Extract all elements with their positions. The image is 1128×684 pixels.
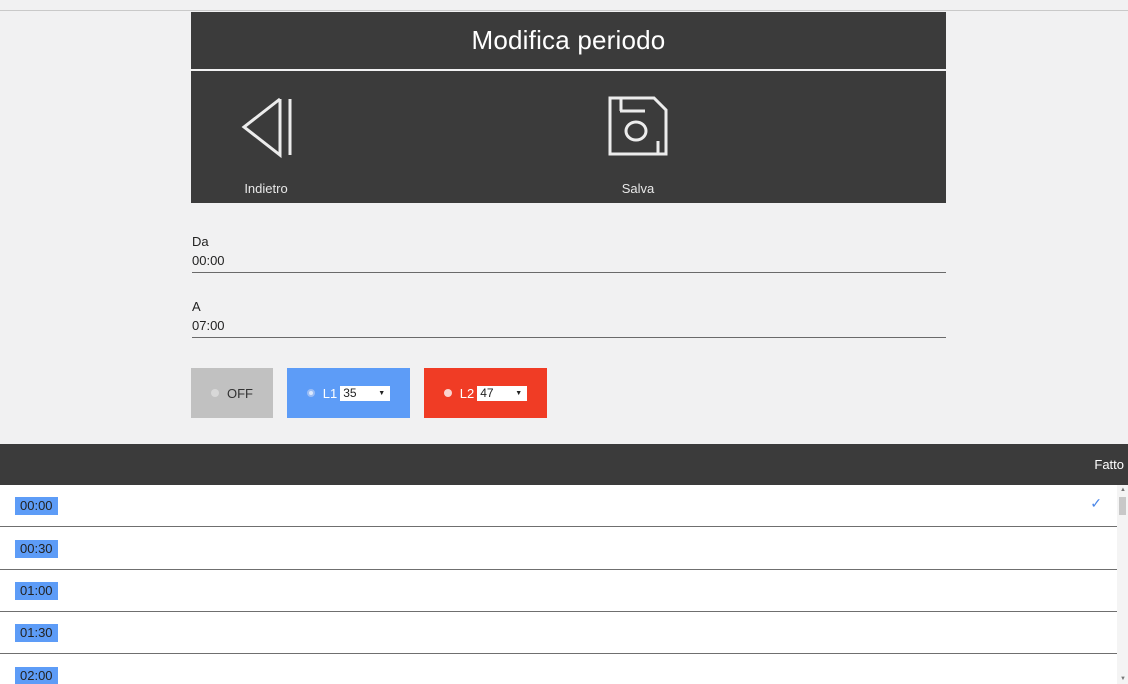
level-off-label: OFF — [227, 385, 253, 401]
from-value[interactable]: 00:00 — [192, 253, 946, 272]
level-l1-value: 35 — [343, 385, 357, 400]
time-option-row[interactable]: 00:30 — [0, 528, 1117, 570]
time-option-row[interactable]: 02:00 — [0, 655, 1117, 684]
radio-l2-icon[interactable] — [443, 389, 452, 397]
level-l2-value: 47 — [480, 385, 494, 400]
scrollbar-thumb[interactable] — [1119, 497, 1126, 515]
time-option-row[interactable]: 01:00 — [0, 570, 1117, 612]
scroll-down-icon[interactable]: ▼ — [1120, 676, 1126, 682]
to-time-field[interactable]: A 07:00 — [192, 299, 946, 338]
save-label: Salva — [621, 181, 655, 196]
back-arrow-icon — [241, 97, 292, 159]
level-l2-label: L2 — [459, 385, 475, 401]
dropdown-arrow-icon: ▼ — [378, 389, 386, 397]
page-title: Modifica periodo — [471, 25, 666, 55]
action-bar: Indietro Salva — [191, 71, 946, 203]
time-picker-list[interactable]: 00:00 ✓ 00:30 01:00 01:30 02:00 — [0, 485, 1128, 684]
level-l2-select[interactable]: 47 ▼ — [477, 385, 528, 401]
to-label: A — [192, 299, 201, 314]
time-option-label: 00:00 — [15, 497, 58, 515]
time-option-label: 02:00 — [15, 667, 58, 684]
back-button[interactable]: Indietro — [191, 71, 341, 203]
back-label: Indietro — [244, 181, 288, 196]
level-l1-option[interactable]: L1 35 ▼ — [287, 368, 410, 418]
picker-scrollbar[interactable]: ▲ ▼ — [1117, 485, 1128, 684]
from-label: Da — [192, 234, 209, 249]
dropdown-arrow-icon: ▼ — [515, 389, 523, 397]
time-option-label: 00:30 — [15, 540, 58, 558]
from-time-field[interactable]: Da 00:00 — [192, 234, 946, 273]
to-value[interactable]: 07:00 — [192, 318, 946, 337]
level-l1-label: L1 — [322, 385, 338, 401]
time-option-row[interactable]: 01:30 — [0, 612, 1117, 654]
radio-off-icon[interactable] — [211, 389, 219, 397]
checkmark-icon: ✓ — [1090, 495, 1102, 511]
time-option-label: 01:00 — [15, 582, 58, 600]
header-bar: Modifica periodo — [191, 12, 946, 69]
save-button[interactable]: Salva — [563, 71, 713, 203]
top-border — [0, 10, 1128, 11]
radio-l1-icon[interactable] — [306, 389, 315, 397]
level-off-option[interactable]: OFF — [191, 368, 273, 418]
level-l2-option[interactable]: L2 47 ▼ — [424, 368, 547, 418]
done-button[interactable]: Fatto — [1094, 457, 1124, 472]
picker-toolbar: Fatto — [0, 444, 1128, 485]
time-option-label: 01:30 — [15, 624, 58, 642]
scroll-up-icon[interactable]: ▲ — [1120, 487, 1126, 493]
floppy-disk-icon — [608, 96, 668, 156]
level-l1-select[interactable]: 35 ▼ — [340, 385, 391, 401]
time-option-row[interactable]: 00:00 ✓ — [0, 485, 1117, 527]
